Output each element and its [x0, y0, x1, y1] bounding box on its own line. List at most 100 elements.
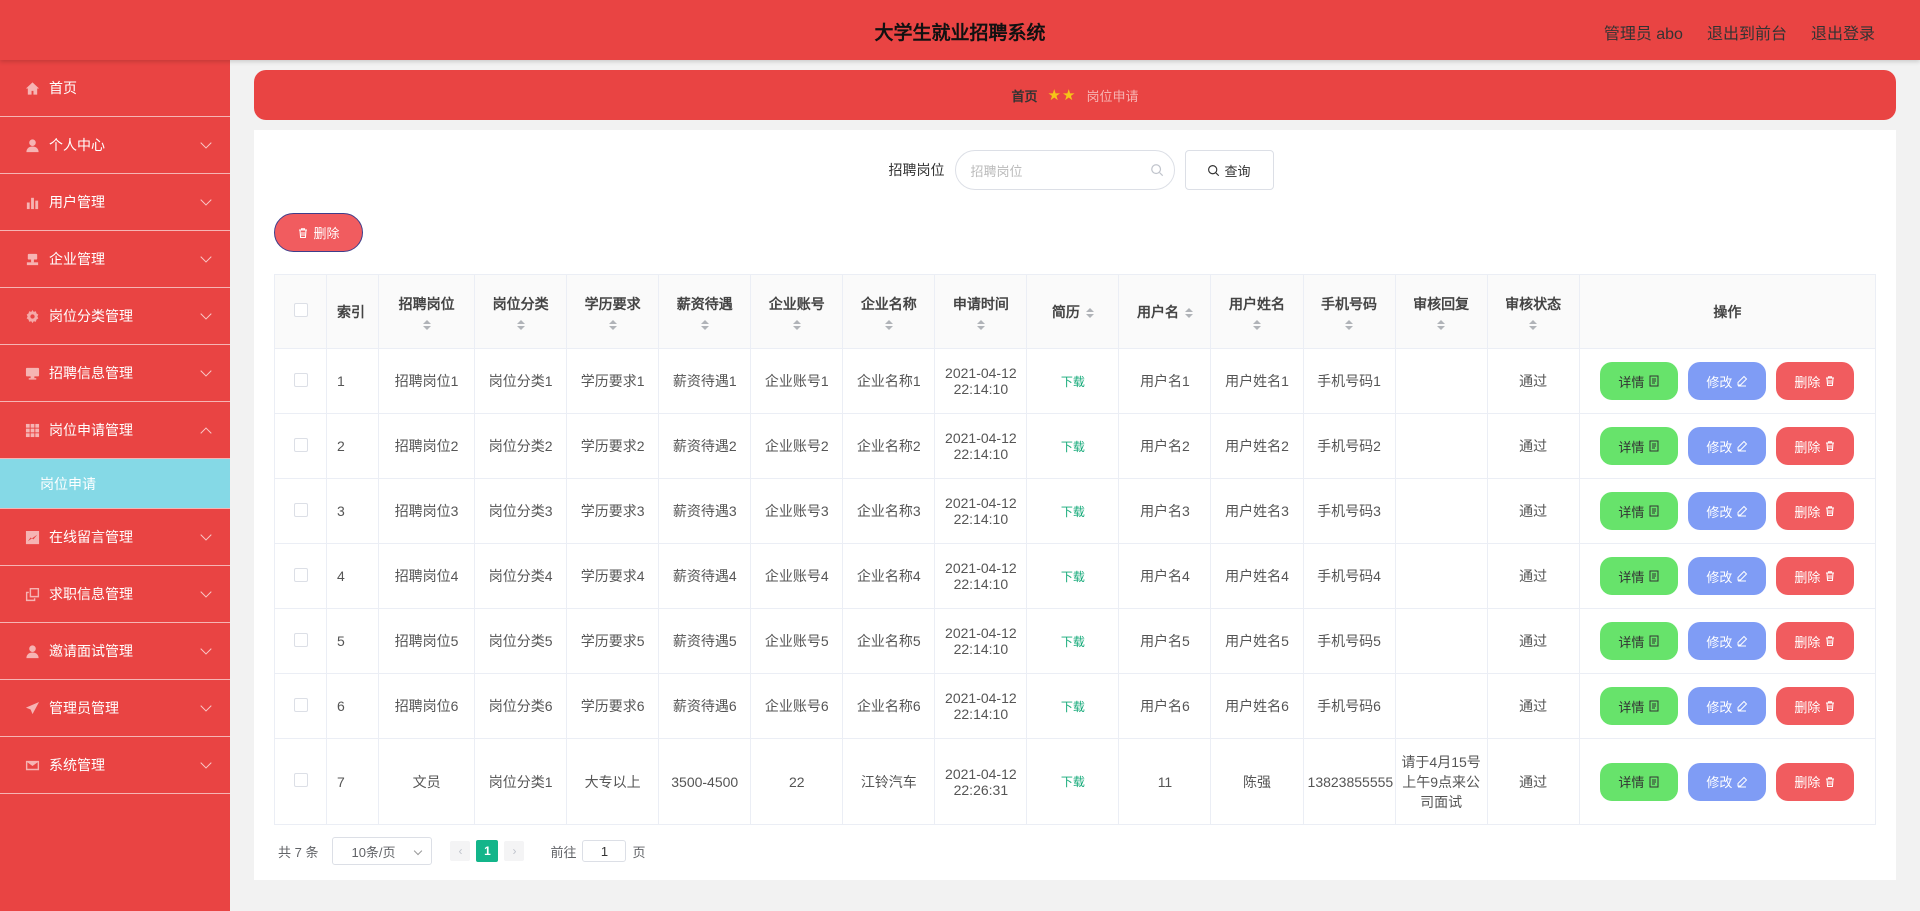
sort-caret-icon[interactable] — [608, 319, 617, 330]
search-input[interactable]: 招聘岗位 — [954, 150, 1175, 190]
column-header[interactable]: 招聘岗位 — [378, 274, 476, 349]
cell-value: 5 — [337, 633, 345, 649]
resume-download-link[interactable]: 下载 — [1061, 440, 1085, 454]
sort-caret-icon[interactable] — [884, 319, 893, 330]
resume-download-link[interactable]: 下载 — [1061, 505, 1085, 519]
cell-username: 11 — [1118, 738, 1212, 825]
sidebar-item-2[interactable]: 用户管理 — [0, 174, 230, 231]
row-checkbox-cell[interactable] — [273, 608, 328, 674]
column-header[interactable]: 用户名 — [1118, 274, 1212, 349]
edit-button[interactable]: 修改 — [1688, 427, 1767, 465]
column-header[interactable]: 审核状态 — [1486, 274, 1580, 349]
delete-button[interactable]: 删除 — [1776, 427, 1855, 465]
prev-page-button[interactable]: ‹ — [450, 841, 471, 861]
row-checkbox[interactable] — [293, 697, 308, 712]
sort-caret-icon[interactable] — [1184, 307, 1193, 318]
column-header[interactable]: 审核回复 — [1394, 274, 1488, 349]
resume-download-link[interactable]: 下载 — [1061, 635, 1085, 649]
select-all-checkbox-cell[interactable] — [273, 274, 328, 349]
detail-button[interactable]: 详情 — [1600, 762, 1679, 801]
column-header[interactable]: 薪资待遇 — [658, 274, 752, 349]
column-header[interactable]: 企业账号 — [750, 274, 844, 349]
sidebar-item-4[interactable]: 岗位分类管理 — [0, 288, 230, 345]
detail-button[interactable]: 详情 — [1600, 687, 1679, 725]
delete-button[interactable]: 删除 — [1776, 557, 1855, 595]
column-header[interactable]: 简历 — [1026, 274, 1120, 349]
query-button[interactable]: 查询 — [1184, 150, 1274, 190]
edit-button[interactable]: 修改 — [1688, 492, 1767, 530]
edit-button[interactable]: 修改 — [1688, 762, 1767, 801]
breadcrumb-home[interactable]: 首页 — [1012, 86, 1038, 105]
delete-button[interactable]: 删除 — [1776, 492, 1855, 530]
sidebar-subitem-job-application[interactable]: 岗位申请 — [0, 459, 230, 509]
sidebar-item-8[interactable]: 求职信息管理 — [0, 566, 230, 623]
sort-caret-icon[interactable] — [1529, 319, 1538, 330]
sort-caret-icon[interactable] — [1253, 319, 1261, 330]
column-header[interactable]: 申请时间 — [934, 274, 1028, 349]
sidebar-item-1[interactable]: 个人中心 — [0, 117, 230, 174]
row-checkbox-cell[interactable] — [273, 673, 328, 739]
row-checkbox-cell[interactable] — [273, 348, 328, 414]
row-checkbox[interactable] — [293, 502, 308, 517]
sidebar-item-5[interactable]: 招聘信息管理 — [0, 345, 230, 402]
sidebar-item-7[interactable]: 在线留言管理 — [0, 509, 230, 566]
delete-button[interactable]: 删除 — [1776, 687, 1855, 725]
edit-button[interactable]: 修改 — [1688, 557, 1767, 595]
column-header[interactable]: 岗位分类 — [474, 274, 568, 349]
resume-download-link[interactable]: 下载 — [1061, 775, 1085, 789]
row-checkbox-cell[interactable] — [273, 413, 328, 479]
resume-download-link[interactable]: 下载 — [1061, 375, 1085, 389]
row-checkbox-cell[interactable] — [273, 478, 328, 544]
sidebar-item-11[interactable]: 系统管理 — [0, 737, 230, 794]
sidebar-item-3[interactable]: 企业管理 — [0, 231, 230, 288]
sort-caret-icon[interactable] — [1437, 319, 1446, 330]
row-checkbox[interactable] — [293, 773, 308, 787]
row-checkbox[interactable] — [293, 437, 308, 452]
resume-download-link[interactable]: 下载 — [1061, 570, 1085, 584]
row-checkbox[interactable] — [293, 372, 308, 387]
goto-page-input[interactable]: 1 — [582, 840, 627, 862]
column-header[interactable]: 学历要求 — [566, 274, 660, 349]
cell-reply: 请于4月15号上午9点来公司面试 — [1394, 738, 1488, 825]
sidebar-item-10[interactable]: 管理员管理 — [0, 680, 230, 737]
cell-time: 2021-04-12 22:14:10 — [934, 348, 1028, 414]
sidebar-item-6[interactable]: 岗位申请管理 — [0, 402, 230, 459]
detail-button[interactable]: 详情 — [1600, 427, 1679, 465]
batch-delete-button[interactable]: 删除 — [274, 213, 363, 252]
row-checkbox[interactable] — [293, 567, 308, 582]
edit-button[interactable]: 修改 — [1688, 622, 1767, 660]
select-all-checkbox[interactable] — [293, 303, 308, 317]
row-checkbox-cell[interactable] — [273, 738, 328, 825]
row-checkbox[interactable] — [293, 632, 308, 647]
row-checkbox-cell[interactable] — [273, 543, 328, 609]
sort-caret-icon[interactable] — [700, 319, 709, 330]
cell-reply — [1394, 673, 1488, 739]
detail-button[interactable]: 详情 — [1600, 362, 1679, 400]
delete-button[interactable]: 删除 — [1776, 362, 1855, 400]
page-size-select[interactable]: 10条/页 — [332, 837, 433, 865]
sidebar-item-0[interactable]: 首页 — [0, 60, 230, 117]
logout-link[interactable]: 退出登录 — [1811, 20, 1875, 44]
page-number-current[interactable]: 1 — [476, 840, 499, 862]
sort-caret-icon[interactable] — [976, 319, 985, 330]
sort-caret-icon[interactable] — [1085, 307, 1094, 318]
sort-caret-icon[interactable] — [516, 319, 525, 330]
detail-button[interactable]: 详情 — [1600, 492, 1679, 530]
column-header[interactable]: 手机号码 — [1302, 274, 1396, 349]
sort-caret-icon[interactable] — [1345, 319, 1354, 330]
exit-to-front-link[interactable]: 退出到前台 — [1707, 20, 1787, 44]
sort-caret-icon[interactable] — [792, 319, 801, 330]
detail-button[interactable]: 详情 — [1600, 622, 1679, 660]
column-header[interactable]: 用户姓名 — [1210, 274, 1304, 349]
sidebar-item-label: 管理员管理 — [49, 700, 119, 716]
delete-button[interactable]: 删除 — [1776, 622, 1855, 660]
delete-button[interactable]: 删除 — [1776, 762, 1855, 801]
sort-caret-icon[interactable] — [422, 319, 431, 330]
edit-button[interactable]: 修改 — [1688, 687, 1767, 725]
sidebar-item-9[interactable]: 邀请面试管理 — [0, 623, 230, 680]
edit-button[interactable]: 修改 — [1688, 362, 1767, 400]
column-header[interactable]: 企业名称 — [842, 274, 936, 349]
next-page-button[interactable]: › — [504, 841, 525, 861]
resume-download-link[interactable]: 下载 — [1061, 700, 1085, 714]
detail-button[interactable]: 详情 — [1600, 557, 1679, 595]
